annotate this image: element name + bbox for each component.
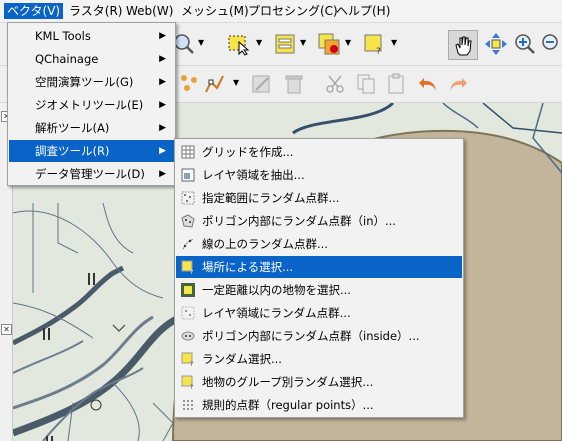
- menu-item-label: 空間演算ツール(G): [35, 75, 134, 89]
- dropdown-arrow-icon[interactable]: ▼: [300, 38, 306, 47]
- menu-item-geoprocessing[interactable]: 空間演算ツール(G) ▶: [9, 71, 174, 93]
- menu-item-label: データ管理ツール(D): [35, 167, 145, 181]
- regular-points-icon: [183, 400, 193, 410]
- svg-text:?: ?: [190, 361, 193, 366]
- random-points-inside-icon: [181, 331, 195, 341]
- menu-item-create-grid[interactable]: グリッドを作成...: [176, 141, 462, 163]
- chevron-right-icon: ▶: [159, 54, 166, 64]
- menu-item-random-selection-subset[interactable]: ? 地物のグループ別ランダム選択...: [176, 371, 462, 393]
- menu-item-data-management[interactable]: データ管理ツール(D) ▶: [9, 163, 174, 185]
- add-point-icon[interactable]: [178, 72, 202, 96]
- close-icon[interactable]: ✕: [1, 324, 12, 335]
- vector-menu: KML Tools ▶ QChainage ▶ 空間演算ツール(G) ▶ ジオメ…: [7, 22, 176, 186]
- menu-item-label: 線の上のランダム点群...: [202, 237, 328, 251]
- menu-item-label: レイヤ領域にランダム点群...: [202, 306, 351, 320]
- redo-icon[interactable]: [446, 72, 470, 96]
- menu-item-label: 場所による選択...: [202, 260, 294, 274]
- menu-help[interactable]: ヘルプ(H): [333, 3, 393, 19]
- chevron-right-icon: ▶: [159, 146, 166, 156]
- menu-item-random-points-inside[interactable]: ポリゴン内部にランダム点群（inside）...: [176, 325, 462, 347]
- random-points-extent-icon: [181, 191, 195, 205]
- chevron-right-icon: ▶: [159, 31, 166, 41]
- chevron-right-icon: ▶: [159, 123, 166, 133]
- menu-item-label: 解析ツール(A): [35, 121, 110, 135]
- edit-attributes-icon[interactable]: [250, 72, 274, 96]
- undo-icon[interactable]: [416, 72, 440, 96]
- menu-mesh[interactable]: メッシュ(M): [178, 3, 252, 19]
- zoom-in-icon[interactable]: [513, 32, 537, 56]
- menu-item-geometry-tools[interactable]: ジオメトリツール(E) ▶: [9, 94, 174, 116]
- chevron-right-icon: ▶: [159, 77, 166, 87]
- menu-item-label: ジオメトリツール(E): [35, 98, 144, 112]
- select-features-icon[interactable]: [227, 32, 251, 56]
- menu-item-random-selection[interactable]: ? ランダム選択...: [176, 348, 462, 370]
- select-by-value-icon[interactable]: [273, 32, 297, 56]
- menu-item-label: 一定距離以内の地物を選択...: [202, 283, 351, 297]
- menu-item-kml-tools[interactable]: KML Tools ▶: [9, 25, 174, 47]
- menu-vector[interactable]: ベクタ(V): [4, 3, 64, 19]
- layer-extent-icon: [181, 168, 195, 182]
- menu-item-label: ポリゴン内部にランダム点群（in）...: [202, 214, 396, 228]
- select-location-icon[interactable]: ?: [362, 32, 386, 56]
- random-points-layer-icon: [181, 306, 195, 320]
- menu-processing[interactable]: プロセシング(C): [245, 3, 341, 19]
- select-by-location-icon: ?: [181, 260, 193, 274]
- dropdown-arrow-icon[interactable]: ▼: [198, 38, 204, 47]
- dropdown-arrow-icon[interactable]: ▼: [256, 38, 262, 47]
- menu-raster[interactable]: ラスタ(R): [66, 3, 125, 19]
- chevron-right-icon: ▶: [159, 100, 166, 110]
- menu-item-label: ポリゴン内部にランダム点群（inside）...: [202, 329, 420, 343]
- pan-hand-icon: [455, 36, 472, 56]
- random-select-icon: ?: [181, 352, 193, 366]
- menubar: ベクタ(V) ラスタ(R) Web(W) メッシュ(M) プロセシング(C) ヘ…: [0, 0, 562, 23]
- research-tools-submenu: グリッドを作成... レイヤ領域を抽出... 指定範囲にランダム点群... ポリ…: [174, 138, 464, 418]
- zoom-out-icon[interactable]: [540, 32, 562, 56]
- menu-item-research-tools[interactable]: 調査ツール(R) ▶: [9, 140, 174, 162]
- menu-item-label: レイヤ領域を抽出...: [202, 168, 305, 182]
- svg-text:?: ?: [190, 269, 193, 274]
- deselect-icon[interactable]: [317, 32, 341, 56]
- menu-item-extract-layer-extent[interactable]: レイヤ領域を抽出...: [176, 164, 462, 186]
- pan-to-selection-icon[interactable]: [484, 32, 508, 56]
- svg-text:?: ?: [190, 384, 193, 389]
- cut-icon[interactable]: [323, 72, 347, 96]
- svg-text:?: ?: [376, 47, 381, 56]
- random-points-line-icon: [182, 238, 194, 250]
- random-select-subset-icon: ?: [181, 375, 193, 389]
- menu-item-qchainage[interactable]: QChainage ▶: [9, 48, 174, 70]
- menu-web[interactable]: Web(W): [123, 3, 176, 19]
- menu-item-label: QChainage: [35, 52, 99, 66]
- delete-icon[interactable]: [282, 72, 306, 96]
- chevron-right-icon: ▶: [159, 169, 166, 179]
- menu-item-label: 規則的点群（regular points）...: [202, 398, 374, 412]
- menu-item-label: グリッドを作成...: [202, 145, 294, 159]
- paste-icon[interactable]: [384, 72, 408, 96]
- pan-button[interactable]: [448, 30, 478, 60]
- menu-item-label: KML Tools: [35, 29, 91, 43]
- menu-item-random-points-extent[interactable]: 指定範囲にランダム点群...: [176, 187, 462, 209]
- menu-item-label: 指定範囲にランダム点群...: [202, 191, 340, 205]
- menu-item-label: ランダム選択...: [202, 352, 282, 366]
- dropdown-arrow-icon[interactable]: ▼: [391, 38, 397, 47]
- menu-item-random-points-in-layer[interactable]: レイヤ領域にランダム点群...: [176, 302, 462, 324]
- select-within-distance-icon: [181, 283, 195, 297]
- dropdown-arrow-icon[interactable]: ▼: [233, 78, 239, 87]
- menu-item-select-within-distance[interactable]: 一定距離以内の地物を選択...: [176, 279, 462, 301]
- menu-item-select-by-location[interactable]: ? 場所による選択...: [176, 256, 462, 278]
- menu-item-random-points-on-lines[interactable]: 線の上のランダム点群...: [176, 233, 462, 255]
- menu-item-random-points-in-polygon[interactable]: ポリゴン内部にランダム点群（in）...: [176, 210, 462, 232]
- grid-icon: [181, 145, 195, 159]
- copy-icon[interactable]: [354, 72, 378, 96]
- dropdown-arrow-icon[interactable]: ▼: [345, 38, 351, 47]
- random-points-polygon-icon: [181, 214, 195, 228]
- menu-item-regular-points[interactable]: 規則的点群（regular points）...: [176, 394, 462, 416]
- vertex-tool-icon[interactable]: [203, 72, 227, 96]
- menu-item-analysis-tools[interactable]: 解析ツール(A) ▶: [9, 117, 174, 139]
- menu-item-label: 地物のグループ別ランダム選択...: [202, 375, 374, 389]
- menu-item-label: 調査ツール(R): [35, 144, 110, 158]
